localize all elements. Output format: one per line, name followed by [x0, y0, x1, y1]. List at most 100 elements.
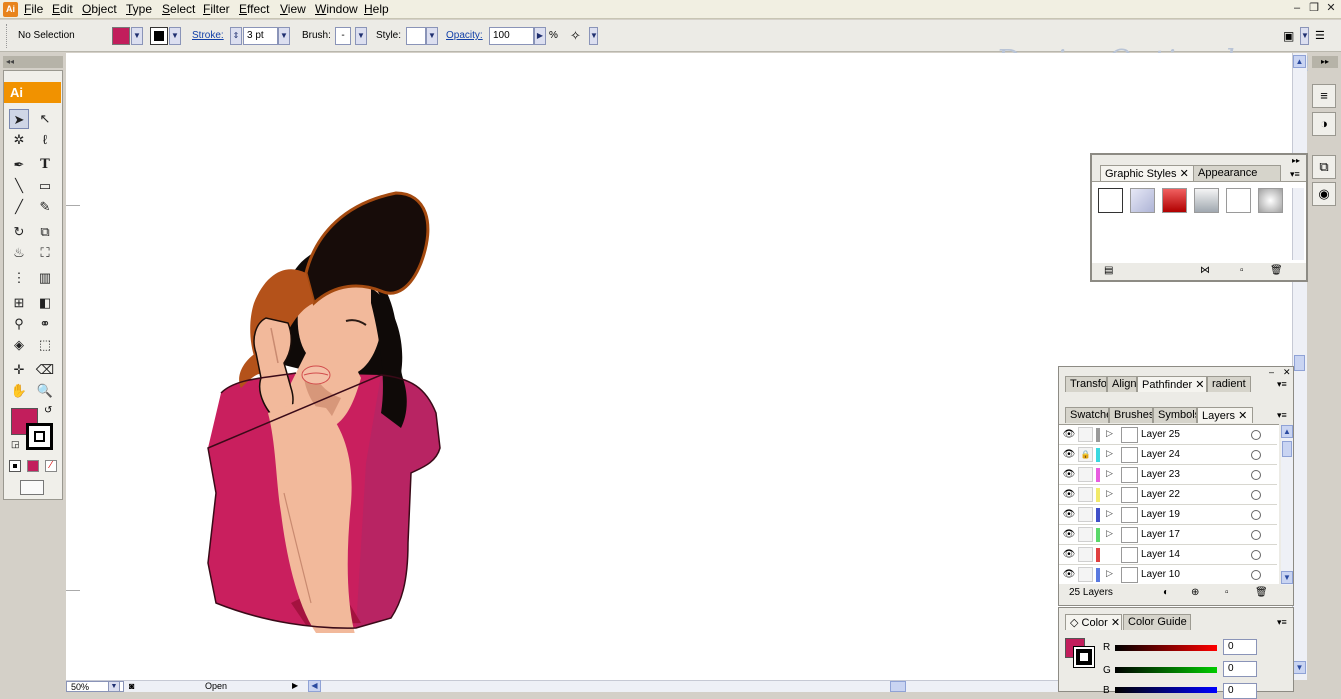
symbol-sprayer-tool-icon[interactable]: ⋮	[9, 268, 29, 288]
stroke-color-box[interactable]	[26, 423, 53, 450]
none-mode-icon[interactable]: ⁄	[45, 460, 57, 472]
scroll-up-icon[interactable]: ▲	[1293, 55, 1306, 68]
status-arrow-icon[interactable]: ▶	[292, 681, 298, 690]
lock-toggle[interactable]	[1078, 487, 1093, 502]
layer-name[interactable]: Layer 24	[1141, 449, 1180, 460]
gradient-tool-icon[interactable]: ◧	[35, 293, 55, 313]
screen-mode-icon[interactable]	[20, 480, 44, 495]
panel-minimize-icon[interactable]: –	[1269, 367, 1274, 377]
layer-row[interactable]: 👁 ▷ Layer 17	[1059, 525, 1277, 545]
tab-color[interactable]: ◇ Color ✕	[1065, 614, 1122, 630]
stroke-weight-field[interactable]: 3 pt	[243, 27, 278, 45]
rotate-tool-icon[interactable]: ↻	[9, 222, 29, 242]
b-value-field[interactable]: 0	[1223, 683, 1257, 699]
tools-collapse-icon[interactable]: ◂◂	[3, 56, 63, 68]
lasso-tool-icon[interactable]: ℓ	[35, 130, 55, 150]
new-layer-icon[interactable]: ▫	[1225, 587, 1229, 598]
scroll-down-icon[interactable]: ▼	[1281, 571, 1293, 584]
g-slider[interactable]	[1115, 667, 1217, 673]
style-swatch-default[interactable]	[1098, 188, 1123, 213]
pen-tool-icon[interactable]: ✒	[9, 155, 29, 175]
gradient-mode-icon[interactable]	[27, 460, 39, 472]
style-dropdown-icon[interactable]: ▼	[426, 27, 438, 45]
tab-graphic-styles[interactable]: Graphic Styles ✕	[1100, 165, 1194, 181]
dock-collapse-icon[interactable]: ▸▸	[1312, 56, 1338, 68]
tab-close-icon[interactable]: ✕	[1111, 617, 1120, 629]
lock-icon[interactable]: 🔒	[1078, 447, 1093, 462]
scroll-thumb[interactable]	[1294, 355, 1305, 371]
visibility-eye-icon[interactable]: 👁	[1062, 508, 1076, 522]
layer-name[interactable]: Layer 14	[1141, 549, 1180, 560]
target-circle-icon[interactable]	[1251, 570, 1261, 580]
paintbrush-tool-icon[interactable]: ╱	[9, 197, 29, 217]
visibility-eye-icon[interactable]: 👁	[1062, 448, 1076, 462]
layer-name[interactable]: Layer 10	[1141, 569, 1180, 580]
tab-pathfinder[interactable]: Pathfinder ✕	[1137, 376, 1207, 392]
expand-triangle-icon[interactable]: ▷	[1106, 488, 1113, 499]
layer-row[interactable]: 👁 ▷ Layer 22	[1059, 485, 1277, 505]
tab-brushes[interactable]: Brushes	[1109, 407, 1153, 423]
warp-tool-icon[interactable]: ♨	[9, 243, 29, 263]
opacity-field[interactable]: 100	[489, 27, 534, 45]
layer-name[interactable]: Layer 25	[1141, 429, 1180, 440]
style-swatch-white[interactable]	[1226, 188, 1251, 213]
style-swatch-lavender[interactable]	[1130, 188, 1155, 213]
panel-close-icon[interactable]: ✕	[1283, 367, 1291, 378]
tab-appearance[interactable]: Appearance	[1193, 165, 1281, 181]
target-circle-icon[interactable]	[1251, 550, 1261, 560]
hscroll-thumb[interactable]	[890, 681, 906, 692]
recolor-dropdown-icon[interactable]: ▼	[589, 27, 598, 45]
live-paint-bucket-tool-icon[interactable]: ◈	[9, 335, 29, 355]
stroke-swatch[interactable]	[150, 27, 168, 45]
color-mode-icon[interactable]	[9, 460, 21, 472]
transparency-panel-icon[interactable]: ◑	[1312, 112, 1336, 136]
zoom-tool-icon[interactable]: 🔍	[35, 381, 55, 401]
layer-name[interactable]: Layer 17	[1141, 529, 1180, 540]
opacity-label[interactable]: Opacity:	[446, 30, 483, 41]
menu-help[interactable]: Help	[364, 2, 389, 16]
stroke-panel-icon[interactable]: ≡	[1312, 84, 1336, 108]
tab-symbols[interactable]: Symbols	[1153, 407, 1197, 423]
make-clipping-mask-icon[interactable]: ◐	[1163, 587, 1169, 598]
mesh-tool-icon[interactable]: ⊞	[9, 293, 29, 313]
layer-row[interactable]: 👁 ▷ Layer 10	[1059, 565, 1277, 584]
recolor-icon[interactable]: ✧	[570, 28, 581, 44]
tab-swatches[interactable]: Swatche	[1065, 407, 1109, 423]
layer-row[interactable]: 👁 ▷ Layer 25	[1059, 425, 1277, 445]
swap-fill-stroke-icon[interactable]: ↺	[44, 405, 52, 416]
stroke-dropdown-icon[interactable]: ▼	[169, 27, 181, 45]
scroll-left-icon[interactable]: ◀	[308, 680, 321, 692]
g-value-field[interactable]: 0	[1223, 661, 1257, 677]
lock-toggle[interactable]	[1078, 507, 1093, 522]
scale-tool-icon[interactable]: ⧉	[35, 222, 55, 242]
layer-row[interactable]: 👁 ▷ Layer 23	[1059, 465, 1277, 485]
workspace-dropdown-icon[interactable]: ▼	[1300, 27, 1309, 45]
stroke-weight-dropdown-icon[interactable]: ▼	[278, 27, 290, 45]
menu-edit[interactable]: Edit	[52, 2, 73, 16]
selection-tool-icon[interactable]: ➤	[9, 109, 29, 129]
restore-icon[interactable]: ❐	[1307, 2, 1321, 16]
color-stroke-box[interactable]	[1073, 646, 1095, 668]
live-paint-selection-tool-icon[interactable]: ⬚	[35, 335, 55, 355]
layers-scrollbar[interactable]: ▲ ▼	[1281, 425, 1293, 585]
layer-row[interactable]: 👁 Layer 14	[1059, 545, 1277, 565]
tab-layers[interactable]: Layers ✕	[1197, 407, 1253, 423]
layer-name[interactable]: Layer 22	[1141, 489, 1180, 500]
new-style-icon[interactable]: ▫	[1240, 265, 1244, 276]
fill-dropdown-icon[interactable]: ▼	[131, 27, 143, 45]
visibility-eye-icon[interactable]: 👁	[1062, 528, 1076, 542]
expand-triangle-icon[interactable]: ▷	[1106, 528, 1113, 539]
stroke-label[interactable]: Stroke:	[192, 30, 224, 41]
target-circle-icon[interactable]	[1251, 470, 1261, 480]
tab-align[interactable]: Align	[1107, 376, 1137, 392]
tab-toggle-icon[interactable]: ◇	[1070, 617, 1078, 629]
layer-row[interactable]: 👁 🔒 ▷ Layer 24	[1059, 445, 1277, 465]
tab-close-icon[interactable]: ✕	[1238, 410, 1247, 422]
lock-toggle[interactable]	[1078, 567, 1093, 582]
slice-tool-icon[interactable]: ✛	[9, 360, 29, 380]
eraser-tool-icon[interactable]: ⌫	[35, 360, 55, 380]
target-circle-icon[interactable]	[1251, 430, 1261, 440]
fill-swatch[interactable]	[112, 27, 130, 45]
opacity-arrow-icon[interactable]: ▶	[534, 27, 546, 45]
target-circle-icon[interactable]	[1251, 450, 1261, 460]
